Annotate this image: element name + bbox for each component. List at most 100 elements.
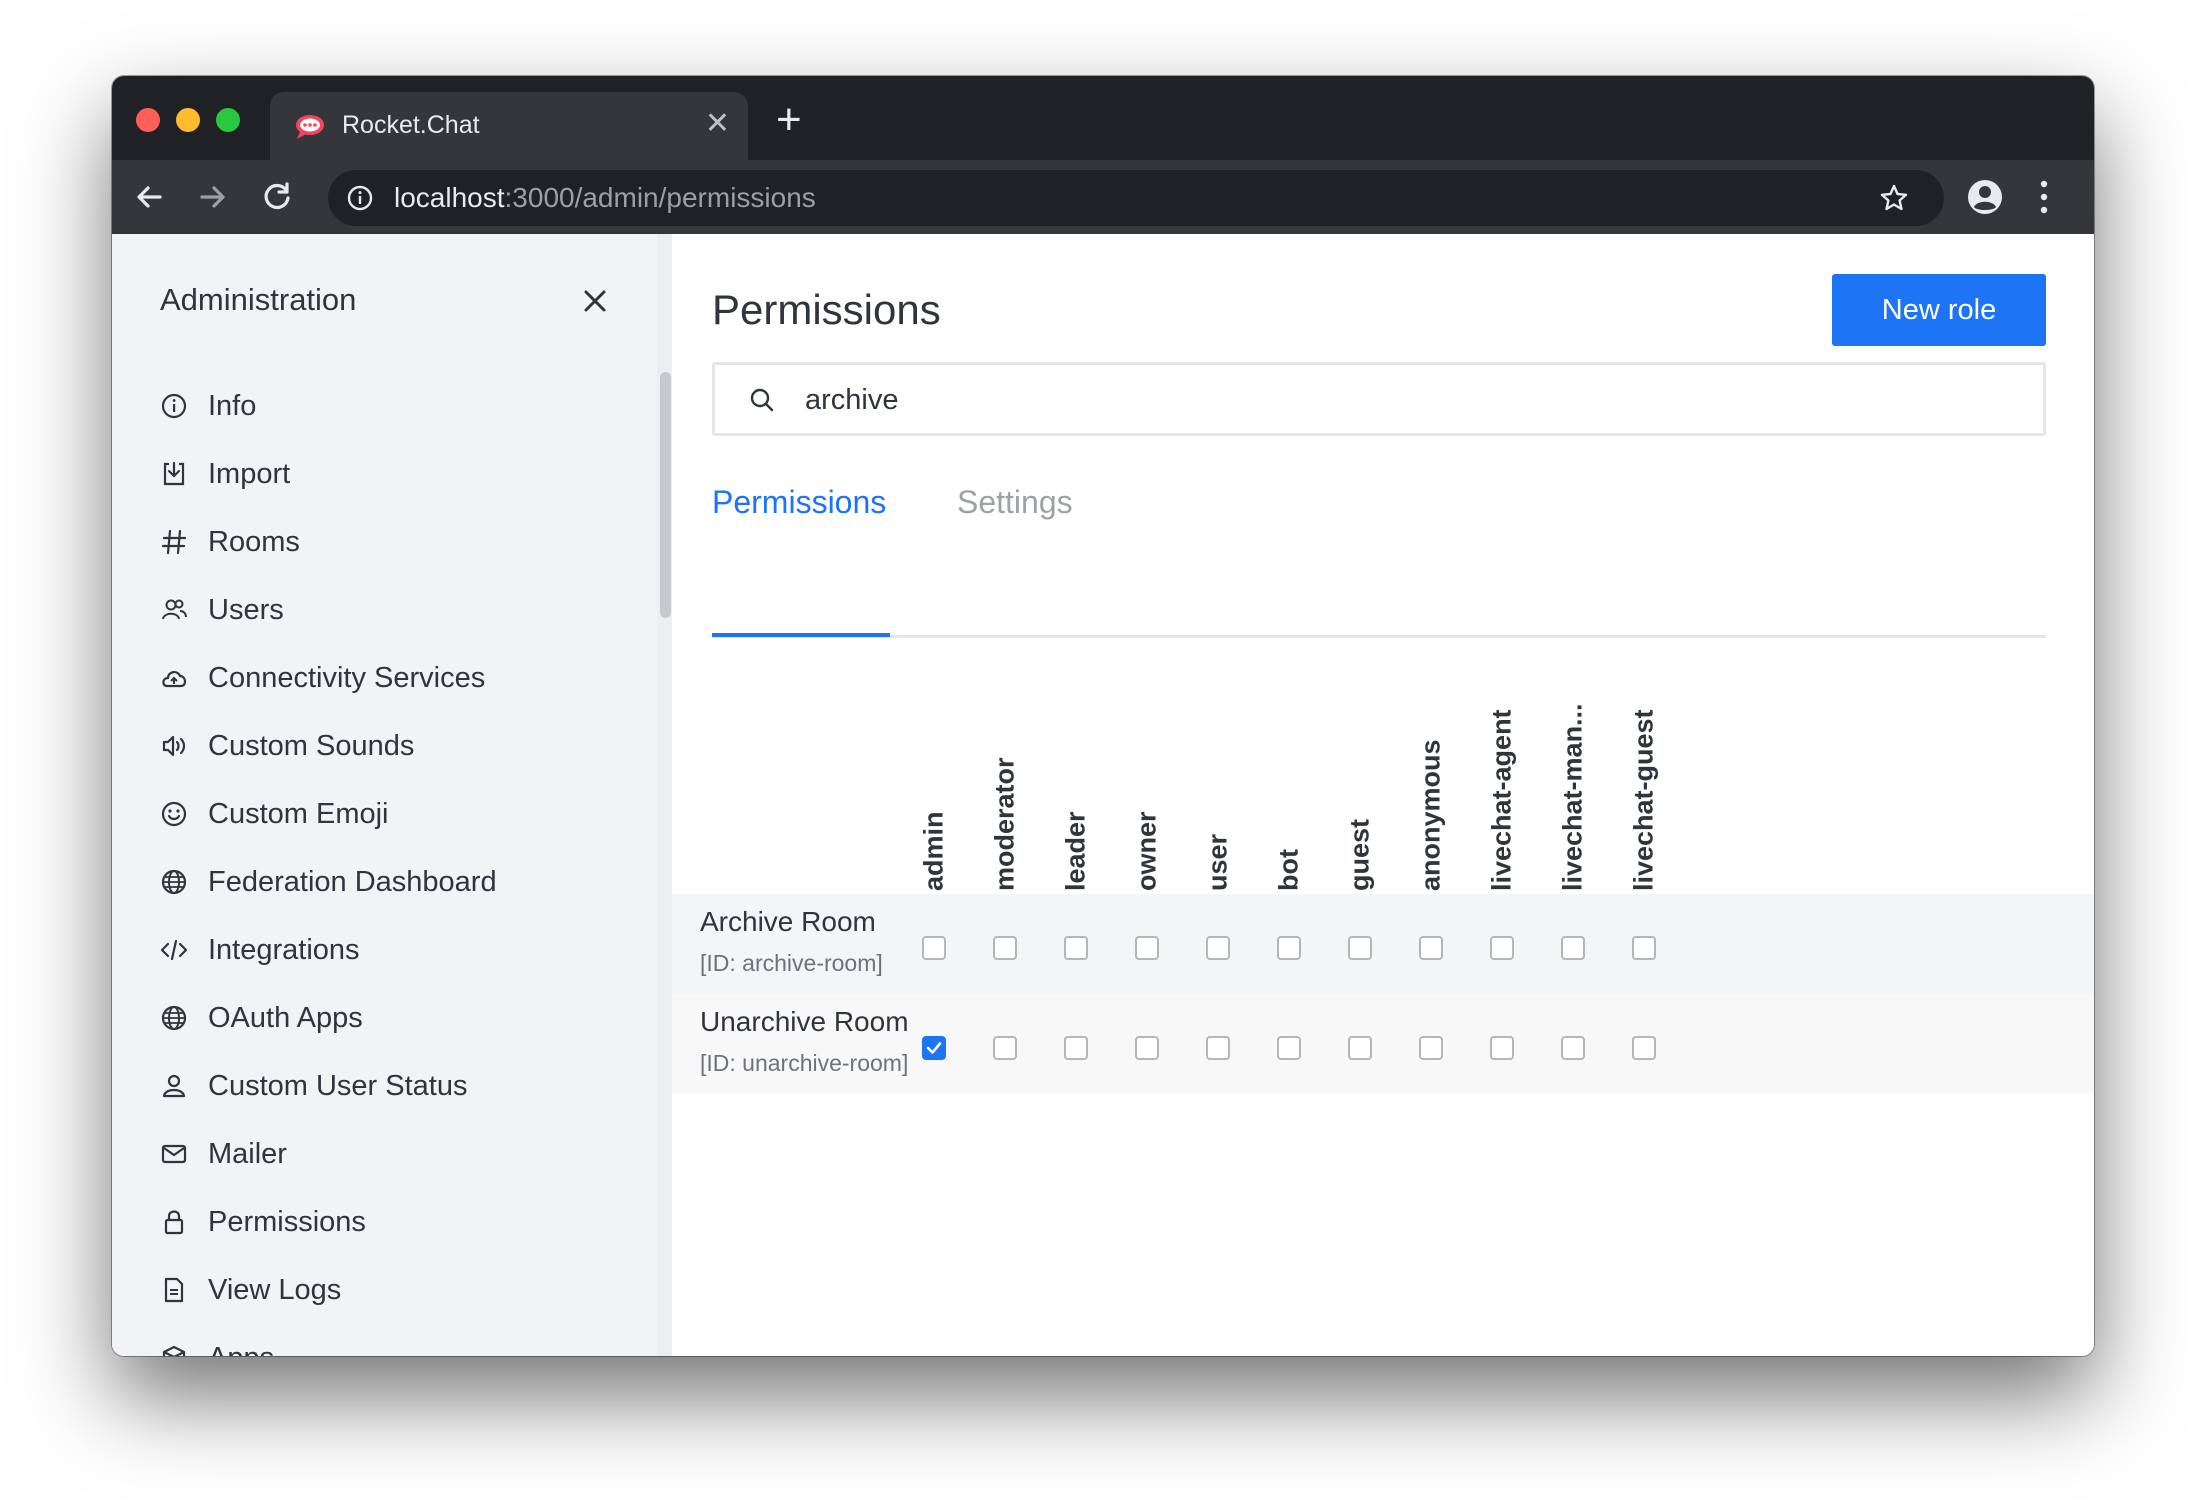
- browser-menu-icon[interactable]: [2038, 178, 2050, 216]
- permission-checkbox-livechat-man[interactable]: [1561, 936, 1585, 960]
- role-label: guest: [1344, 818, 1375, 891]
- permission-checkbox-user[interactable]: [1206, 936, 1230, 960]
- role-label: owner: [1131, 811, 1162, 891]
- sidebar-item-rooms[interactable]: Rooms: [160, 520, 300, 564]
- sidebar-item-users[interactable]: Users: [160, 588, 284, 632]
- url-host: localhost: [394, 182, 505, 213]
- sidebar-scrollbar-thumb[interactable]: [660, 372, 671, 618]
- tab-close-icon[interactable]: ✕: [705, 106, 730, 142]
- url-text: localhost:3000/admin/permissions: [394, 182, 816, 214]
- cloud-icon: [160, 664, 188, 692]
- permission-checkbox-guest[interactable]: [1348, 1036, 1372, 1060]
- admin-sidebar: Administration Info Import Rooms Users C…: [112, 234, 672, 1356]
- sidebar-item-label: Federation Dashboard: [208, 865, 497, 898]
- sidebar-item-permissions[interactable]: Permissions: [160, 1200, 366, 1244]
- tabs-divider: [712, 635, 2046, 638]
- permission-checkbox-owner[interactable]: [1135, 936, 1159, 960]
- bookmark-star-icon[interactable]: [1878, 182, 1910, 214]
- search-input[interactable]: [803, 377, 2007, 423]
- volume-icon: [160, 732, 188, 760]
- permission-checkbox-livechat-agent[interactable]: [1490, 936, 1514, 960]
- hashtag-icon: [160, 528, 188, 556]
- app-area: Administration Info Import Rooms Users C…: [112, 234, 2094, 1356]
- sidebar-item-custom-emoji[interactable]: Custom Emoji: [160, 792, 389, 836]
- permission-checkbox-user[interactable]: [1206, 1036, 1230, 1060]
- sidebar-item-integrations[interactable]: Integrations: [160, 928, 360, 972]
- new-role-button[interactable]: New role: [1832, 274, 2046, 346]
- mail-icon: [160, 1140, 188, 1168]
- permission-checkbox-moderator[interactable]: [993, 936, 1017, 960]
- info-icon: [160, 392, 188, 420]
- globe-icon: [160, 1004, 188, 1032]
- tab-permissions[interactable]: Permissions: [712, 484, 886, 521]
- permission-checkbox-leader[interactable]: [1064, 936, 1088, 960]
- sidebar-item-custom-sounds[interactable]: Custom Sounds: [160, 724, 414, 768]
- search-box[interactable]: [712, 362, 2046, 436]
- permission-checkbox-livechat-guest[interactable]: [1632, 1036, 1656, 1060]
- sidebar-item-label: OAuth Apps: [208, 1001, 363, 1034]
- permission-checkbox-leader[interactable]: [1064, 1036, 1088, 1060]
- forward-arrow-icon[interactable]: [192, 176, 234, 218]
- permission-checkbox-guest[interactable]: [1348, 936, 1372, 960]
- permission-checkbox-owner[interactable]: [1135, 1036, 1159, 1060]
- emoji-icon: [160, 800, 188, 828]
- sidebar-item-label: Import: [208, 457, 291, 490]
- sidebar-item-import[interactable]: Import: [160, 452, 290, 496]
- import-icon: [160, 460, 188, 488]
- permission-id: [ID: unarchive-room]: [700, 1050, 909, 1076]
- permission-row: Archive Room [ID: archive-room]: [672, 894, 2094, 994]
- permission-checkbox-anonymous[interactable]: [1419, 936, 1443, 960]
- profile-avatar-icon[interactable]: [1966, 178, 2004, 216]
- sidebar-item-connectivity-services[interactable]: Connectivity Services: [160, 656, 485, 700]
- back-arrow-icon[interactable]: [128, 176, 170, 218]
- permission-checkbox-moderator[interactable]: [993, 1036, 1017, 1060]
- browser-tab-rocketchat[interactable]: Rocket.Chat ✕: [270, 92, 748, 160]
- sidebar-title: Administration: [160, 282, 357, 317]
- sidebar-item-label: Apps: [208, 1342, 274, 1357]
- sidebar-item-info[interactable]: Info: [160, 384, 256, 428]
- browser-tab-bar: Rocket.Chat ✕ +: [112, 76, 2094, 160]
- permission-checkbox-livechat-guest[interactable]: [1632, 936, 1656, 960]
- file-icon: [160, 1276, 188, 1304]
- permission-id: [ID: archive-room]: [700, 950, 883, 976]
- close-window-button[interactable]: [136, 108, 160, 132]
- permission-name: Unarchive Room: [700, 1006, 909, 1037]
- role-label: admin: [918, 811, 949, 891]
- permission-row: Unarchive Room [ID: unarchive-room]: [672, 994, 2094, 1094]
- tab-settings[interactable]: Settings: [957, 484, 1073, 521]
- sidebar-item-label: Connectivity Services: [208, 661, 486, 694]
- sidebar-item-custom-user-status[interactable]: Custom User Status: [160, 1064, 467, 1108]
- cube-icon: [160, 1344, 188, 1356]
- role-label: user: [1202, 833, 1233, 891]
- url-path: :3000/admin/permissions: [504, 182, 816, 213]
- permissions-page: Permissions New role Permissions Setting…: [672, 234, 2094, 1356]
- sidebar-item-federation-dashboard[interactable]: Federation Dashboard: [160, 860, 497, 904]
- permission-checkbox-livechat-man[interactable]: [1561, 1036, 1585, 1060]
- role-label: anonymous: [1415, 739, 1446, 891]
- new-tab-button[interactable]: +: [776, 98, 802, 142]
- sidebar-item-apps[interactable]: Apps: [160, 1336, 274, 1356]
- permission-checkbox-bot[interactable]: [1277, 1036, 1301, 1060]
- sidebar-item-mailer[interactable]: Mailer: [160, 1132, 287, 1176]
- permission-checkbox-livechat-agent[interactable]: [1490, 1036, 1514, 1060]
- active-tab-indicator: [712, 633, 890, 637]
- site-info-icon[interactable]: [346, 184, 374, 212]
- address-bar[interactable]: localhost:3000/admin/permissions: [328, 170, 1944, 226]
- permission-checkbox-admin[interactable]: [922, 936, 946, 960]
- sidebar-item-oauth-apps[interactable]: OAuth Apps: [160, 996, 363, 1040]
- role-column-header: livechat-guest: [1594, 682, 1694, 892]
- permission-checkbox-bot[interactable]: [1277, 936, 1301, 960]
- permission-checkbox-anonymous[interactable]: [1419, 1036, 1443, 1060]
- minimize-window-button[interactable]: [176, 108, 200, 132]
- reload-icon[interactable]: [256, 176, 298, 218]
- close-icon[interactable]: [582, 288, 608, 314]
- sidebar-item-label: Custom Sounds: [208, 729, 415, 762]
- role-label: livechat-guest: [1628, 709, 1659, 891]
- role-label: bot: [1273, 849, 1304, 891]
- role-label: leader: [1060, 811, 1091, 891]
- sidebar-item-view-logs[interactable]: View Logs: [160, 1268, 341, 1312]
- permission-checkbox-admin[interactable]: [922, 1036, 946, 1060]
- code-icon: [160, 936, 188, 964]
- maximize-window-button[interactable]: [216, 108, 240, 132]
- sidebar-item-label: Custom Emoji: [208, 797, 389, 830]
